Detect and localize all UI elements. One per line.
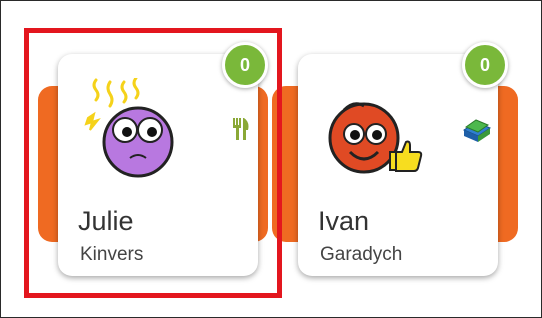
student-card-ivan[interactable]: 0 Ivan Garadych (298, 42, 508, 276)
selection-highlight (24, 28, 282, 298)
orange-thumbs-up-monster-icon (328, 102, 423, 174)
books-icon (462, 119, 492, 142)
student-last-name: Garadych (320, 244, 403, 265)
points-badge[interactable]: 0 (462, 42, 508, 88)
student-first-name: Ivan (318, 206, 370, 236)
